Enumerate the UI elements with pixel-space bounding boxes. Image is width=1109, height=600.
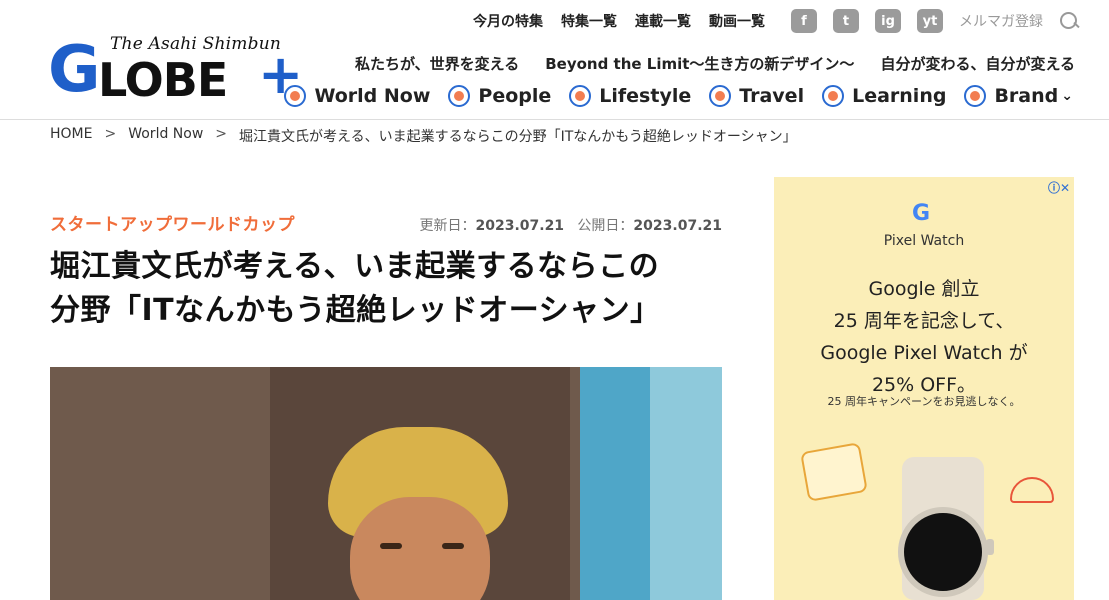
breadcrumb-separator: > [104,126,117,142]
article-meta: スタートアップワールドカップ 更新日：2023.07.21 公開日：2023.0… [50,210,722,235]
pencil-icon [822,85,845,107]
category-world-now[interactable]: World Now [284,85,430,107]
nav-monthly-feature[interactable]: 今月の特集 [473,11,543,31]
updated-date: 2023.07.21 [475,218,565,234]
category-label: Brand [994,85,1059,107]
top-nav: 今月の特集 特集一覧 連載一覧 動画一覧 f t ig yt メルマガ登録 [455,9,1079,33]
photo-bg-right2 [650,367,722,600]
logo-g: G [48,33,101,107]
feature-link-change-yourself[interactable]: 自分が変わる、自分が変える [880,53,1075,74]
category-lifestyle[interactable]: Lifestyle [569,85,691,107]
photo-eye-right [442,543,464,549]
feature-link-change-world[interactable]: 私たちが、世界を変える [355,53,519,74]
photo-eye-left [380,543,402,549]
category-label: Learning [852,85,947,107]
published-label: 公開日： [577,218,634,234]
article-category[interactable]: スタートアップワールドカップ [50,210,295,235]
social-links: f t ig yt [791,9,959,33]
travel-icon [709,85,732,107]
chevron-down-icon: ⌄ [1061,88,1073,104]
article-title: 堀江貴文氏が考える、いま起業するならこの 分野「ITなんかもう超絶レッドオーシャ… [50,245,722,333]
category-brand[interactable]: Brand ⌄ [964,85,1073,107]
category-label: Travel [739,85,805,107]
instagram-icon[interactable]: ig [875,9,901,33]
ad-headline-line3: Google Pixel Watch が [820,342,1028,364]
category-label: Lifestyle [599,85,692,107]
category-people[interactable]: People [448,85,551,107]
feature-nav: 私たちが、世界を変える Beyond the Limit〜生き方の新デザイン〜 … [329,53,1075,74]
photo-face [350,497,490,600]
advertisement[interactable]: ⓘ✕ G Pixel Watch Google 創立 25 周年を記念して、 G… [774,177,1074,600]
ad-hat-illustration [1010,477,1054,503]
youtube-icon[interactable]: yt [917,9,943,33]
twitter-icon[interactable]: t [833,9,859,33]
ad-subtext: 25 周年キャンペーンをお見逃しなく。 [827,395,1021,408]
updated-label: 更新日： [419,218,476,234]
ad-headline-line1: Google 創立 [868,278,980,300]
article-header: スタートアップワールドカップ 更新日：2023.07.21 公開日：2023.0… [50,210,722,333]
nav-series-list[interactable]: 連載一覧 [635,11,691,31]
article-title-line2: 分野「ITなんかもう超絶レッドオーシャン」 [50,293,661,328]
people-icon [448,85,471,107]
newsletter-link[interactable]: メルマガ登録 [959,11,1043,31]
nav-video-list[interactable]: 動画一覧 [709,11,765,31]
category-travel[interactable]: Travel [709,85,804,107]
site-header: The Asahi Shimbun G LOBE + 今月の特集 特集一覧 連載… [0,0,1109,120]
category-learning[interactable]: Learning [822,85,946,107]
breadcrumb-home[interactable]: HOME [50,126,92,146]
article-dates: 更新日：2023.07.21 公開日：2023.07.21 [419,215,722,235]
watch-face [898,507,988,597]
ad-product-name: Pixel Watch [883,233,965,249]
google-logo: G [912,201,931,226]
logo-tagline: The Asahi Shimbun [110,34,282,54]
eye-icon [964,85,987,107]
breadcrumb-section[interactable]: World Now [128,126,203,146]
breadcrumb-separator: > [215,126,228,142]
ad-headline-line2: 25 周年を記念して、 [833,310,1015,332]
category-label: World Now [314,85,431,107]
breadcrumb-current: 堀江貴文氏が考える、いま起業するならこの分野「ITなんかもう超絶レッドオーシャン… [239,129,797,145]
category-nav: World Now People Lifestyle Travel Learni… [266,85,1073,107]
feature-link-beyond-the-limit[interactable]: Beyond the Limit〜生き方の新デザイン〜 [545,53,854,74]
ad-headline: Google 創立 25 周年を記念して、 Google Pixel Watch… [774,273,1074,401]
breadcrumb: HOME > World Now > 堀江貴文氏が考える、いま起業するならこの分… [50,126,797,146]
globe-icon [284,85,307,107]
search-icon[interactable] [1059,11,1079,31]
category-label: People [478,85,552,107]
logo-lobe: LOBE [98,53,228,107]
published-date: 2023.07.21 [633,218,722,234]
ad-choices-icon[interactable]: ⓘ✕ [1048,179,1070,196]
nav-feature-list[interactable]: 特集一覧 [561,11,617,31]
article-hero-photo [50,367,722,600]
heart-icon [569,85,592,107]
article-title-line1: 堀江貴文氏が考える、いま起業するならこの [50,249,660,284]
ad-card-illustration [800,442,868,502]
facebook-icon[interactable]: f [791,9,817,33]
watch-crown [986,539,994,555]
